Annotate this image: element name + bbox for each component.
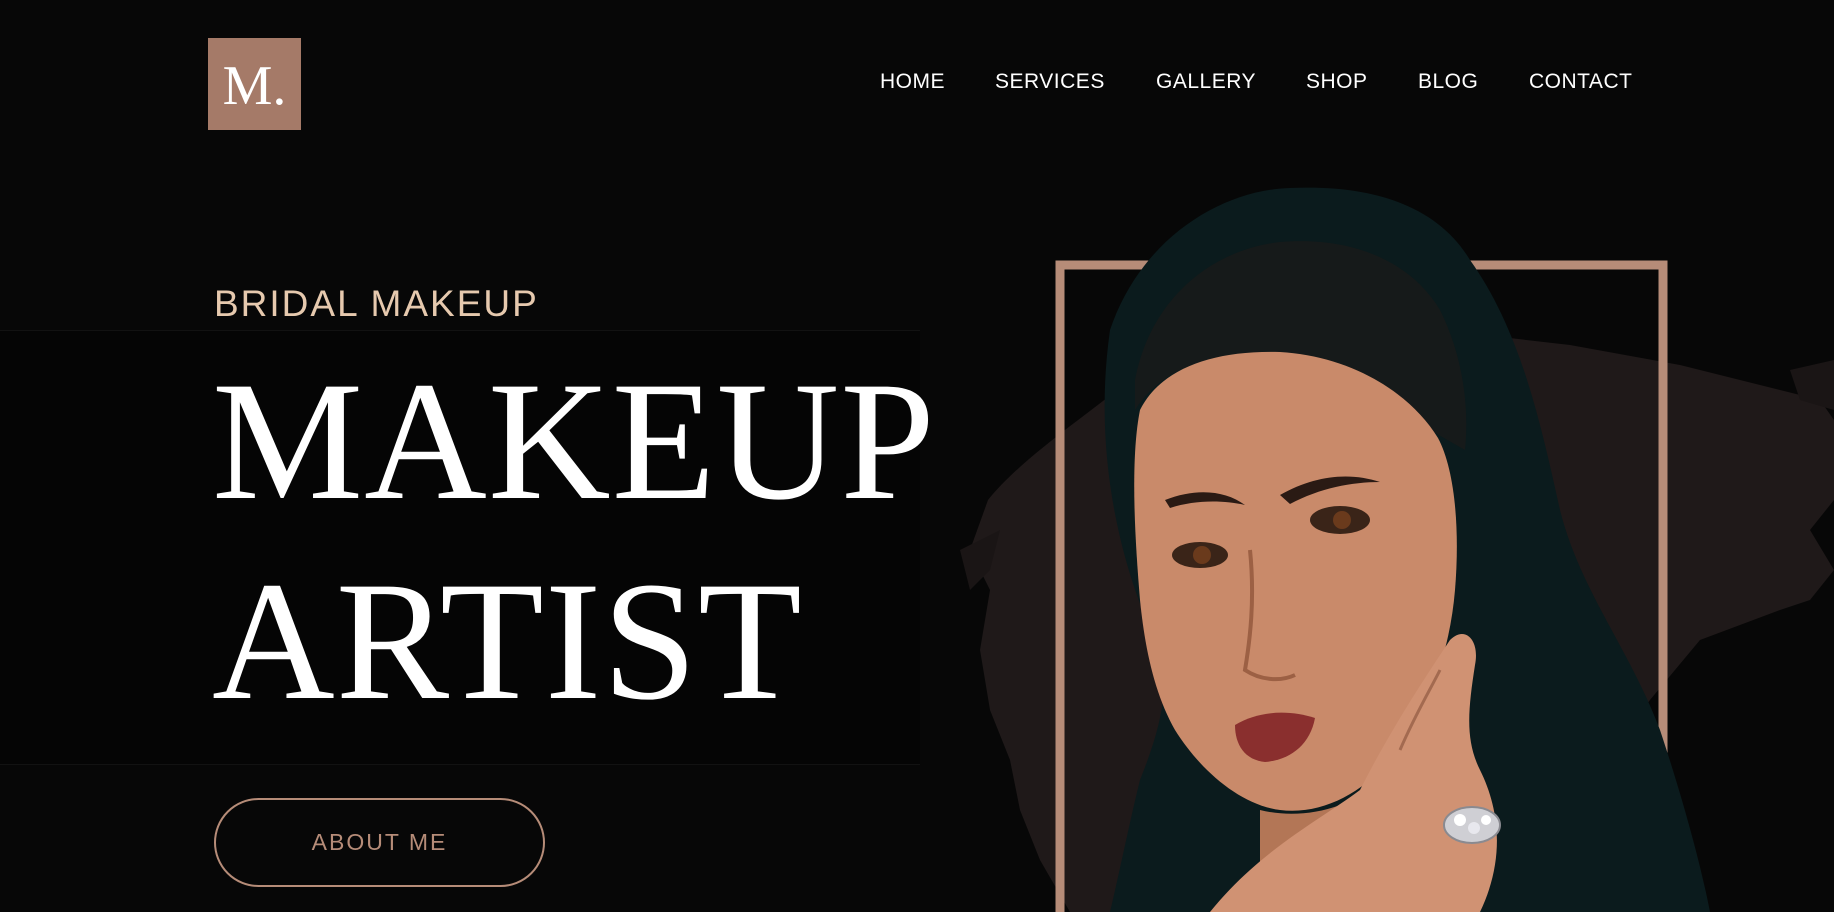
hero-subtitle: BRIDAL MAKEUP bbox=[214, 283, 539, 324]
hero-title-line-2: ARTIST bbox=[212, 547, 803, 735]
woman-portrait-image bbox=[960, 187, 1834, 912]
hero-title-line-1: MAKEUP bbox=[212, 347, 936, 535]
nav-services[interactable]: SERVICES bbox=[995, 70, 1105, 94]
hero-portrait bbox=[960, 170, 1834, 912]
about-me-button[interactable]: ABOUT ME bbox=[214, 798, 545, 887]
nav-home[interactable]: HOME bbox=[880, 70, 945, 94]
nav-contact[interactable]: CONTACT bbox=[1529, 70, 1632, 94]
nav-shop[interactable]: SHOP bbox=[1306, 70, 1368, 94]
main-nav: HOME SERVICES GALLERY SHOP BLOG CONTACT bbox=[0, 70, 1834, 98]
nav-blog[interactable]: BLOG bbox=[1418, 70, 1478, 94]
nav-gallery[interactable]: GALLERY bbox=[1156, 70, 1256, 94]
